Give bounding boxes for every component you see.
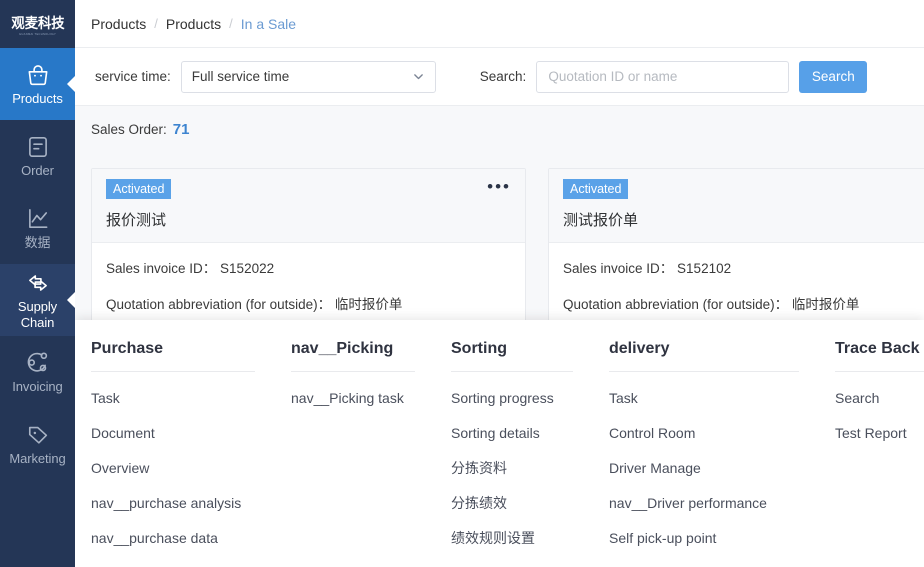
sidebar-item-label: Products (12, 91, 63, 106)
service-time-select[interactable]: Full service time (180, 60, 436, 93)
breadcrumb-separator: / (229, 16, 233, 31)
service-time-selected-value: Full service time (191, 69, 290, 84)
card-field-invoice-id: Sales invoice ID： S152102 (563, 261, 732, 276)
exchange-arrows-icon (25, 270, 51, 296)
chevron-down-icon (412, 70, 425, 83)
menu-item-sorting-progress[interactable]: Sorting progress (451, 381, 609, 416)
tag-icon (25, 422, 51, 448)
logo-text-cn: 观麦科技 (10, 14, 65, 31)
document-icon (25, 134, 51, 160)
breadcrumb-item-1[interactable]: Products (91, 16, 146, 32)
menu-column-title: delivery (609, 340, 670, 357)
sales-order-summary: Sales Order: 71 (75, 106, 924, 152)
sidebar-item-label: Invoicing (12, 379, 63, 394)
sidebar-item-products[interactable]: Products (0, 48, 75, 120)
sidebar-item-label: Order (21, 163, 54, 178)
menu-item-task[interactable]: Task (91, 381, 291, 416)
sidebar-item-invoicing[interactable]: Invoicing (0, 336, 75, 408)
menu-column-delivery: delivery Task Control Room Driver Manage… (609, 340, 835, 567)
app-root: 观麦科技 GUANMAI TECHNOLOGY Products Order 数… (0, 0, 924, 567)
service-time-label: service time: (95, 69, 171, 84)
search-label: Search: (479, 69, 527, 84)
sidebar: 观麦科技 GUANMAI TECHNOLOGY Products Order 数… (0, 0, 75, 567)
breadcrumb-separator: / (154, 16, 158, 31)
app-logo[interactable]: 观麦科技 GUANMAI TECHNOLOGY (0, 0, 75, 48)
breadcrumb-item-2[interactable]: Products (166, 16, 221, 32)
filter-bar: service time: Full service time Search: … (75, 48, 924, 106)
card-body: Sales invoice ID： S152022 Quotation abbr… (92, 243, 525, 323)
card-body: Sales invoice ID： S152102 Quotation abbr… (549, 243, 924, 323)
card-header: Activated ••• 报价测试 (92, 169, 525, 243)
menu-item-picking-task[interactable]: nav__Picking task (291, 381, 451, 416)
sales-order-label: Sales Order: (91, 121, 167, 137)
chart-line-icon (25, 206, 51, 232)
card-header: Activated 测试报价单 (549, 169, 924, 243)
menu-item-test-report[interactable]: Test Report (835, 416, 924, 451)
supply-chain-mega-menu: Purchase Task Document Overview nav__pur… (75, 320, 924, 567)
sidebar-item-supply-chain[interactable]: Supply Chain (0, 264, 75, 336)
menu-column-picking: nav__Picking nav__Picking task (291, 340, 451, 567)
menu-item-document[interactable]: Document (91, 416, 291, 451)
menu-column-title: nav__Picking (291, 340, 394, 357)
sales-order-count: 71 (172, 120, 190, 138)
card-field-invoice-id: Sales invoice ID： S152022 (106, 261, 275, 276)
main-content: Products / Products / In a Sale service … (75, 0, 924, 567)
card-field-abbreviation: Quotation abbreviation (for outside)： 临时… (563, 297, 860, 312)
menu-column-trace-back: Trace Back Search Test Report (835, 340, 924, 567)
menu-column-title: Trace Back (835, 340, 920, 357)
status-badge: Activated (563, 179, 629, 199)
breadcrumb: Products / Products / In a Sale (75, 0, 924, 48)
menu-item-sorting-materials[interactable]: 分拣资料 (451, 451, 609, 486)
menu-item-sorting-details[interactable]: Sorting details (451, 416, 609, 451)
sidebar-item-label: Marketing (9, 451, 66, 466)
menu-item-performance-rule-settings[interactable]: 绩效规则设置 (451, 521, 609, 556)
menu-column-title: Sorting (451, 340, 507, 357)
menu-item-trace-search[interactable]: Search (835, 381, 924, 416)
menu-item-purchase-data[interactable]: nav__purchase data (91, 521, 291, 556)
menu-item-self-pickup-point[interactable]: Self pick-up point (609, 521, 835, 556)
sidebar-item-data[interactable]: 数据 (0, 192, 75, 264)
menu-item-purchase-analysis[interactable]: nav__purchase analysis (91, 486, 291, 521)
ellipsis-icon[interactable]: ••• (487, 178, 511, 195)
search-input[interactable] (536, 60, 790, 93)
card-field-abbreviation: Quotation abbreviation (for outside)： 临时… (106, 297, 403, 312)
menu-column-divider (835, 371, 924, 372)
menu-item-sorting-performance[interactable]: 分拣绩效 (451, 486, 609, 521)
menu-item-delivery-task[interactable]: Task (609, 381, 835, 416)
menu-item-control-room[interactable]: Control Room (609, 416, 835, 451)
card-title: 报价测试 (106, 212, 167, 229)
sidebar-item-marketing[interactable]: Marketing (0, 408, 75, 480)
menu-item-overview[interactable]: Overview (91, 451, 291, 486)
status-badge: Activated (106, 179, 172, 199)
logo-text-en: GUANMAI TECHNOLOGY (18, 31, 57, 36)
menu-column-title: Purchase (91, 340, 164, 357)
menu-column-purchase: Purchase Task Document Overview nav__pur… (91, 340, 291, 567)
search-button[interactable]: Search (799, 60, 868, 93)
menu-column-divider (291, 371, 415, 372)
breadcrumb-item-current[interactable]: In a Sale (241, 16, 296, 32)
card-title: 测试报价单 (563, 212, 639, 229)
menu-column-sorting: Sorting Sorting progress Sorting details… (451, 340, 609, 567)
search-group: Search: Search (479, 60, 868, 93)
menu-item-driver-performance[interactable]: nav__Driver performance (609, 486, 835, 521)
menu-column-divider (91, 371, 255, 372)
sidebar-item-label: 数据 (24, 235, 51, 250)
menu-column-divider (609, 371, 799, 372)
basket-icon (25, 62, 51, 88)
sidebar-item-order[interactable]: Order (0, 120, 75, 192)
sidebar-item-label: Supply Chain (17, 298, 58, 330)
menu-column-divider (451, 371, 573, 372)
share-nodes-icon (25, 350, 51, 376)
menu-item-driver-manage[interactable]: Driver Manage (609, 451, 835, 486)
